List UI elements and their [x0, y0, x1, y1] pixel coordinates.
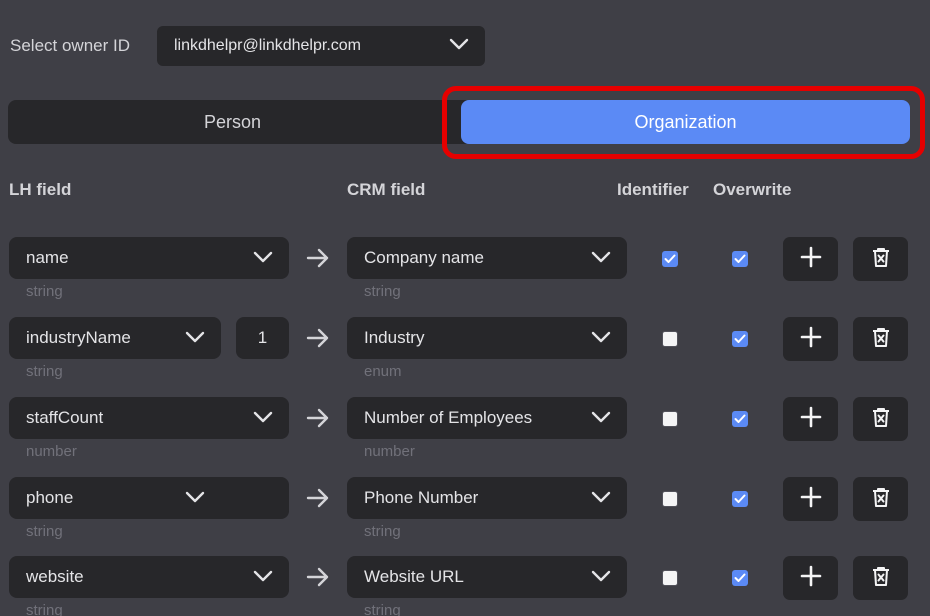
- delete-mapping-button[interactable]: [853, 477, 908, 521]
- trash-icon: [872, 407, 890, 432]
- crm-field-type: string: [364, 283, 401, 300]
- lh-field-value: phone: [26, 488, 74, 507]
- arrow-right-icon: [306, 488, 330, 513]
- crm-field-select[interactable]: Phone Number: [347, 477, 627, 519]
- mapping-row: name string Company name string: [0, 237, 930, 317]
- owner-label: Select owner ID: [10, 36, 130, 55]
- trash-icon: [872, 247, 890, 272]
- column-header-lh-field: LH field: [9, 180, 72, 199]
- crm-field-value: Number of Employees: [364, 408, 533, 427]
- highlight-annotation: [442, 86, 925, 159]
- plus-icon: [800, 326, 822, 353]
- chevron-down-icon: [591, 248, 611, 268]
- lh-field-type: number: [26, 443, 77, 460]
- crm-field-type: string: [364, 523, 401, 540]
- crm-field-type: string: [364, 602, 401, 616]
- crm-field-value: Website URL: [364, 567, 464, 586]
- lh-field-select[interactable]: name: [9, 237, 289, 279]
- lh-field-select[interactable]: staffCount: [9, 397, 289, 439]
- plus-icon: [800, 406, 822, 433]
- plus-icon: [800, 246, 822, 273]
- mapping-row: phone string Phone Number string: [0, 477, 930, 557]
- identifier-checkbox[interactable]: [662, 570, 678, 586]
- overwrite-checkbox[interactable]: [732, 570, 748, 586]
- overwrite-checkbox[interactable]: [732, 411, 748, 427]
- lh-field-select[interactable]: phone: [9, 477, 289, 519]
- chevron-down-icon: [591, 567, 611, 587]
- crm-field-type: number: [364, 443, 415, 460]
- lh-field-type: string: [26, 363, 63, 380]
- identifier-checkbox[interactable]: [662, 251, 678, 267]
- lh-field-type: string: [26, 283, 63, 300]
- column-header-overwrite: Overwrite: [713, 180, 792, 199]
- lh-field-select[interactable]: website: [9, 556, 289, 598]
- arrow-right-icon: [306, 408, 330, 433]
- index-input[interactable]: 1: [236, 317, 289, 359]
- lh-field-value: website: [26, 567, 84, 586]
- identifier-checkbox[interactable]: [662, 411, 678, 427]
- crm-field-value: Industry: [364, 328, 425, 347]
- trash-icon: [872, 487, 890, 512]
- mapping-row: website string Website URL string: [0, 556, 930, 616]
- delete-mapping-button[interactable]: [853, 397, 908, 441]
- plus-icon: [800, 486, 822, 513]
- mapping-row: staffCount number Number of Employees numbe…: [0, 397, 930, 477]
- crm-field-select[interactable]: Number of Employees: [347, 397, 627, 439]
- plus-icon: [800, 565, 822, 592]
- lh-field-type: string: [26, 602, 63, 616]
- chevron-down-icon: [253, 408, 273, 428]
- crm-field-select[interactable]: Industry: [347, 317, 627, 359]
- chevron-down-icon: [591, 488, 611, 508]
- chevron-down-icon: [591, 408, 611, 428]
- overwrite-checkbox[interactable]: [732, 331, 748, 347]
- identifier-checkbox[interactable]: [662, 331, 678, 347]
- arrow-right-icon: [306, 248, 330, 273]
- chevron-down-icon: [253, 567, 273, 587]
- add-mapping-button[interactable]: [783, 317, 838, 361]
- add-mapping-button[interactable]: [783, 556, 838, 600]
- tab-person[interactable]: Person: [8, 100, 457, 144]
- column-header-identifier: Identifier: [617, 180, 689, 199]
- crm-field-value: Company name: [364, 248, 485, 267]
- chevron-down-icon: [449, 37, 469, 55]
- column-header-crm-field: CRM field: [347, 180, 426, 199]
- chevron-down-icon: [185, 328, 205, 348]
- owner-select-value: linkdhelpr@linkdhelpr.com: [174, 37, 361, 54]
- lh-field-select[interactable]: industryName: [9, 317, 221, 359]
- add-mapping-button[interactable]: [783, 477, 838, 521]
- add-mapping-button[interactable]: [783, 397, 838, 441]
- lh-field-value: industryName: [26, 328, 131, 347]
- arrow-right-icon: [306, 567, 330, 592]
- crm-field-type: enum: [364, 363, 402, 380]
- mapping-row: industryName 1 string Industry enum: [0, 317, 930, 397]
- lh-field-value: staffCount: [26, 408, 104, 427]
- delete-mapping-button[interactable]: [853, 317, 908, 361]
- chevron-down-icon: [591, 328, 611, 348]
- add-mapping-button[interactable]: [783, 237, 838, 281]
- delete-mapping-button[interactable]: [853, 556, 908, 600]
- trash-icon: [872, 566, 890, 591]
- owner-select[interactable]: linkdhelpr@linkdhelpr.com: [157, 26, 485, 66]
- lh-field-value: name: [26, 248, 69, 267]
- crm-field-select[interactable]: Company name: [347, 237, 627, 279]
- lh-field-type: string: [26, 523, 63, 540]
- chevron-down-icon: [253, 248, 273, 268]
- crm-field-value: Phone Number: [364, 488, 479, 507]
- overwrite-checkbox[interactable]: [732, 251, 748, 267]
- identifier-checkbox[interactable]: [662, 491, 678, 507]
- crm-field-select[interactable]: Website URL: [347, 556, 627, 598]
- trash-icon: [872, 327, 890, 352]
- delete-mapping-button[interactable]: [853, 237, 908, 281]
- chevron-down-icon: [185, 488, 205, 508]
- overwrite-checkbox[interactable]: [732, 491, 748, 507]
- arrow-right-icon: [306, 328, 330, 353]
